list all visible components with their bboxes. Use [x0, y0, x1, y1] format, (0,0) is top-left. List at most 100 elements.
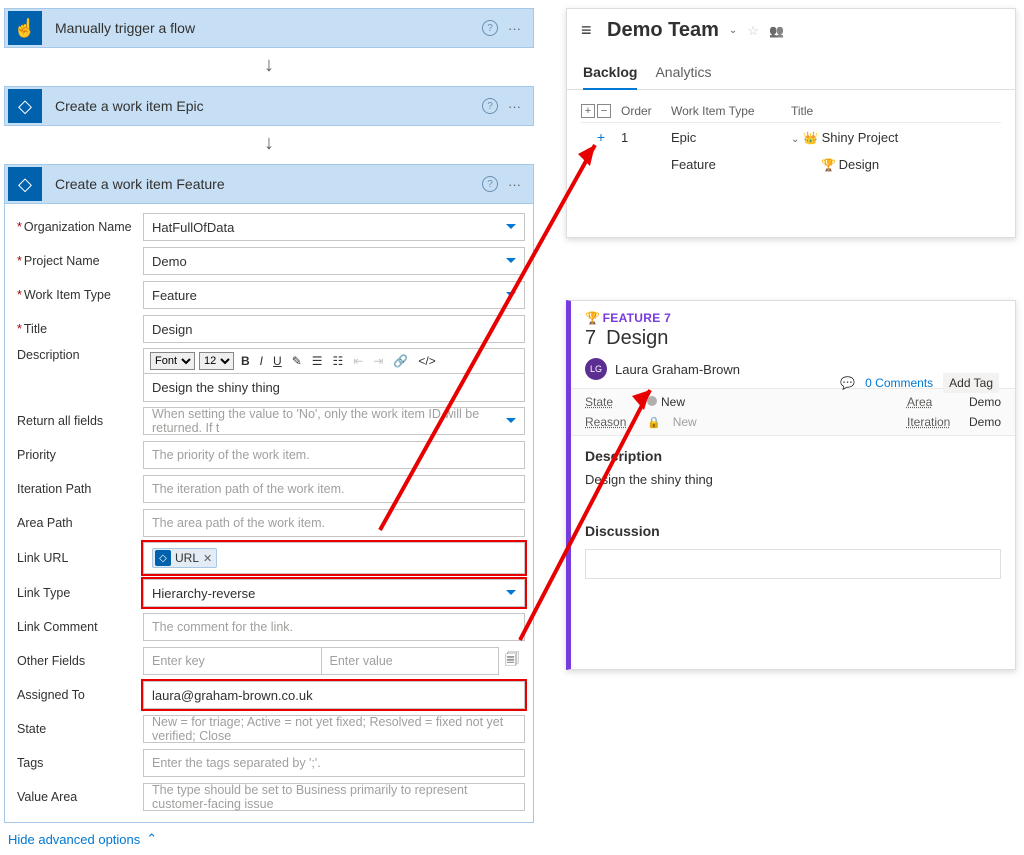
state-label: State	[585, 395, 635, 409]
linkcomment-input[interactable]: The comment for the link.	[143, 613, 525, 641]
valuearea-label: Value Area	[13, 790, 143, 804]
flow-designer: ☝ Manually trigger a flow ? ··· ↓ ◇ Crea…	[4, 4, 534, 794]
linkurl-label: Link URL	[13, 551, 143, 565]
remove-token-icon[interactable]: ✕	[203, 552, 212, 565]
returnfields-dropdown[interactable]: When setting the value to 'No', only the…	[143, 407, 525, 435]
tab-backlog[interactable]: Backlog	[583, 58, 637, 90]
hamburger-icon[interactable]	[581, 20, 597, 41]
add-child-icon[interactable]: +	[581, 129, 621, 145]
col-order: Order	[621, 104, 671, 118]
trigger-step-header[interactable]: ☝ Manually trigger a flow ? ···	[4, 8, 534, 48]
iteration-input[interactable]: The iteration path of the work item.	[143, 475, 525, 503]
iteration-label: Iteration Path	[13, 482, 143, 496]
valuearea-input[interactable]: The type should be set to Business prima…	[143, 783, 525, 811]
team-members-icon[interactable]	[769, 23, 784, 38]
lock-icon	[647, 415, 661, 429]
highlight-icon[interactable]: ✎	[289, 354, 305, 368]
linkurl-input[interactable]: ◇ URL ✕	[143, 542, 525, 574]
priority-label: Priority	[13, 448, 143, 462]
state-input[interactable]: New = for triage; Active = not yet fixed…	[143, 715, 525, 743]
delete-row-icon[interactable]: 🗐	[499, 649, 525, 673]
description-text[interactable]: Design the shiny thing	[571, 468, 1015, 491]
tab-analytics[interactable]: Analytics	[655, 58, 711, 89]
org-dropdown[interactable]: HatFullOfData	[143, 213, 525, 241]
feature-step-title: Create a work item Feature	[45, 176, 482, 192]
numbered-icon[interactable]: ☷	[330, 354, 347, 368]
help-icon[interactable]: ?	[482, 98, 498, 114]
state-label: State	[13, 722, 143, 736]
indent-icon[interactable]: ⇥	[370, 354, 386, 368]
backlog-row-epic[interactable]: + 1 Epic ⌄ Shiny Project	[581, 123, 1001, 151]
trigger-title: Manually trigger a flow	[45, 20, 482, 36]
help-icon[interactable]: ?	[482, 20, 498, 36]
feature-step-header[interactable]: ◇ Create a work item Feature ? ···	[4, 164, 534, 204]
epic-step-header[interactable]: ◇ Create a work item Epic ? ···	[4, 86, 534, 126]
otherfields-key-input[interactable]: Enter key	[143, 647, 321, 675]
otherfields-value-input[interactable]: Enter value	[321, 647, 500, 675]
help-icon[interactable]: ?	[482, 176, 498, 192]
outdent-icon[interactable]: ⇤	[350, 354, 366, 368]
bullets-icon[interactable]: ☰	[309, 354, 326, 368]
description-label: Description	[13, 348, 143, 362]
workitem-title[interactable]: Design	[606, 327, 668, 350]
avatar: LG	[585, 358, 607, 380]
flow-connector-arrow: ↓	[4, 126, 534, 160]
project-label: Project Name	[13, 254, 143, 268]
url-token[interactable]: ◇ URL ✕	[152, 548, 217, 568]
collapse-all-icon[interactable]: −	[597, 104, 611, 118]
returnfields-label: Return all fields	[13, 414, 143, 428]
rte-toolbar[interactable]: Font 12 B I U ✎ ☰ ☷ ⇤ ⇥ 🔗 </>	[143, 348, 525, 374]
comments-count[interactable]: 0 Comments	[865, 376, 933, 390]
org-label: Organization Name	[13, 220, 143, 234]
feature-step-body: Organization Name HatFullOfData Project …	[4, 204, 534, 823]
area-label: Area	[907, 395, 957, 409]
ellipsis-icon[interactable]: ···	[508, 177, 521, 192]
boards-backlog-panel: Demo Team ⌄ ☆ Backlog Analytics + − Orde…	[566, 8, 1016, 238]
workitem-id: 7	[585, 327, 596, 350]
link-icon[interactable]: 🔗	[390, 354, 411, 368]
area-value[interactable]: Demo	[969, 395, 1001, 409]
discussion-input[interactable]	[585, 549, 1001, 579]
priority-input[interactable]: The priority of the work item.	[143, 441, 525, 469]
azure-devops-icon: ◇	[8, 89, 42, 123]
description-input[interactable]: Design the shiny thing	[143, 374, 525, 402]
ellipsis-icon[interactable]: ···	[508, 99, 521, 114]
add-tag-button[interactable]: Add Tag	[943, 373, 999, 393]
team-name[interactable]: Demo Team	[607, 19, 719, 42]
bold-icon[interactable]: B	[238, 354, 253, 368]
font-select[interactable]: Font	[150, 352, 195, 370]
chevron-down-icon[interactable]: ⌄	[729, 25, 737, 36]
discussion-heading: Discussion	[571, 511, 1015, 543]
workitemtype-label: Work Item Type	[13, 288, 143, 302]
underline-icon[interactable]: U	[270, 354, 285, 368]
backlog-row-feature[interactable]: Feature Design	[581, 151, 1001, 178]
linktype-label: Link Type	[13, 586, 143, 600]
hide-advanced-link[interactable]: Hide advanced options ⌃	[4, 823, 534, 855]
azure-devops-icon: ◇	[8, 167, 42, 201]
iteration-value[interactable]: Demo	[969, 415, 1001, 429]
description-heading: Description	[571, 436, 1015, 468]
project-dropdown[interactable]: Demo	[143, 247, 525, 275]
size-select[interactable]: 12	[199, 352, 234, 370]
linktype-dropdown[interactable]: Hierarchy-reverse	[143, 579, 525, 607]
expand-all-icon[interactable]: +	[581, 104, 595, 118]
assignedto-input[interactable]: laura@graham-brown.co.uk	[143, 681, 525, 709]
favorite-star-icon[interactable]: ☆	[747, 23, 759, 39]
flow-connector-arrow: ↓	[4, 48, 534, 82]
title-label: Title	[13, 322, 143, 336]
workitem-detail-panel: FEATURE 7 7 Design LG Laura Graham-Brown…	[566, 300, 1016, 670]
title-input[interactable]: Design	[143, 315, 525, 343]
tags-input[interactable]: Enter the tags separated by ';'.	[143, 749, 525, 777]
ellipsis-icon[interactable]: ···	[508, 21, 521, 36]
code-view-icon[interactable]: </>	[415, 354, 438, 368]
boards-tabs: Backlog Analytics	[567, 58, 1015, 90]
col-type: Work Item Type	[671, 104, 791, 118]
areapath-input[interactable]: The area path of the work item.	[143, 509, 525, 537]
comments-icon[interactable]: 💬	[840, 376, 855, 390]
chevron-down-icon[interactable]: ⌄	[791, 134, 799, 145]
trophy-icon	[585, 311, 599, 325]
epic-step-title: Create a work item Epic	[45, 98, 482, 114]
italic-icon[interactable]: I	[257, 354, 266, 368]
workitemtype-dropdown[interactable]: Feature	[143, 281, 525, 309]
state-value[interactable]: New	[647, 395, 685, 409]
